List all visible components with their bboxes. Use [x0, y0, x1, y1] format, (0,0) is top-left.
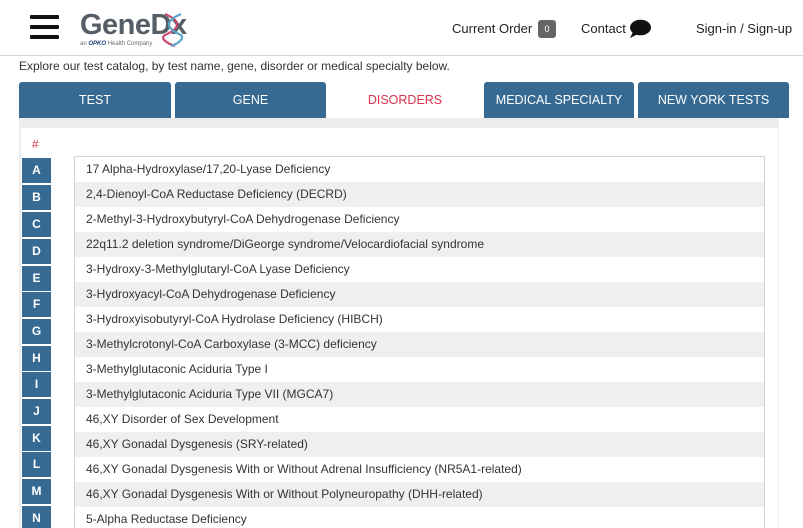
disorder-list: 17 Alpha-Hydroxylase/17,20-Lyase Deficie… — [74, 156, 765, 528]
current-order-link[interactable]: Current Order — [452, 21, 532, 36]
order-count-badge[interactable]: 0 — [538, 20, 556, 38]
disorder-list-item[interactable]: 3-Methylcrotonyl-CoA Carboxylase (3-MCC)… — [75, 332, 764, 357]
dna-helix-icon — [162, 12, 184, 48]
letter-filter-i[interactable]: I — [22, 372, 51, 397]
letter-filter-k[interactable]: K — [22, 426, 51, 451]
tab-test[interactable]: TEST — [19, 82, 171, 118]
letter-filter-f[interactable]: F — [22, 292, 51, 317]
disorder-list-item[interactable]: 5-Alpha Reductase Deficiency — [75, 507, 764, 528]
letter-filter-g[interactable]: G — [22, 319, 51, 344]
site-header: GeneDx an OPKO Health Company Current Or… — [0, 0, 803, 56]
disorder-list-item[interactable]: 3-Methylglutaconic Aciduria Type I — [75, 357, 764, 382]
chat-bubble-icon[interactable] — [628, 19, 652, 39]
hamburger-menu-icon[interactable] — [30, 15, 59, 39]
disorder-list-item[interactable]: 17 Alpha-Hydroxylase/17,20-Lyase Deficie… — [75, 157, 764, 182]
sign-in-link[interactable]: Sign-in / Sign-up — [696, 21, 792, 36]
disorder-list-item[interactable]: 2-Methyl-3-Hydroxybutyryl-CoA Dehydrogen… — [75, 207, 764, 232]
letter-filter-a[interactable]: A — [22, 158, 51, 183]
letter-filter-hash[interactable]: # — [32, 137, 39, 151]
letter-filter-c[interactable]: C — [22, 212, 51, 237]
disorder-list-item[interactable]: 3-Hydroxyisobutyryl-CoA Hydrolase Defici… — [75, 307, 764, 332]
letter-filter-n[interactable]: N — [22, 506, 51, 528]
letter-filter-d[interactable]: D — [22, 239, 51, 264]
contact-link[interactable]: Contact — [581, 21, 626, 36]
disorder-list-item[interactable]: 3-Hydroxyacyl-CoA Dehydrogenase Deficien… — [75, 282, 764, 307]
letter-filter-h[interactable]: H — [22, 346, 51, 371]
letter-filter-m[interactable]: M — [22, 479, 51, 504]
letter-filter-l[interactable]: L — [22, 452, 51, 477]
letter-filter-e[interactable]: E — [22, 266, 51, 291]
letter-filter-b[interactable]: B — [22, 185, 51, 210]
tab-disorders[interactable]: DISORDERS — [330, 82, 480, 118]
logo-tagline: an OPKO Health Company — [80, 41, 153, 47]
disorder-list-item[interactable]: 22q11.2 deletion syndrome/DiGeorge syndr… — [75, 232, 764, 257]
letter-filter-j[interactable]: J — [22, 399, 51, 424]
tab-new-york-tests[interactable]: NEW YORK TESTS — [638, 82, 789, 118]
disorder-list-item[interactable]: 3-Methylglutaconic Aciduria Type VII (MG… — [75, 382, 764, 407]
disorder-list-item[interactable]: 46,XY Disorder of Sex Development — [75, 407, 764, 432]
disorder-list-item[interactable]: 2,4-Dienoyl-CoA Reductase Deficiency (DE… — [75, 182, 764, 207]
genedx-logo[interactable]: GeneDx an OPKO Health Company — [80, 9, 190, 49]
disorder-list-item[interactable]: 3-Hydroxy-3-Methylglutaryl-CoA Lyase Def… — [75, 257, 764, 282]
catalog-intro-text: Explore our test catalog, by test name, … — [19, 59, 450, 73]
disorder-list-item[interactable]: 46,XY Gonadal Dysgenesis With or Without… — [75, 482, 764, 507]
tab-gene[interactable]: GENE — [175, 82, 326, 118]
disorder-list-item[interactable]: 46,XY Gonadal Dysgenesis With or Without… — [75, 457, 764, 482]
disorder-list-item[interactable]: 46,XY Gonadal Dysgenesis (SRY-related) — [75, 432, 764, 457]
tab-medical-specialty[interactable]: MEDICAL SPECIALTY — [484, 82, 634, 118]
